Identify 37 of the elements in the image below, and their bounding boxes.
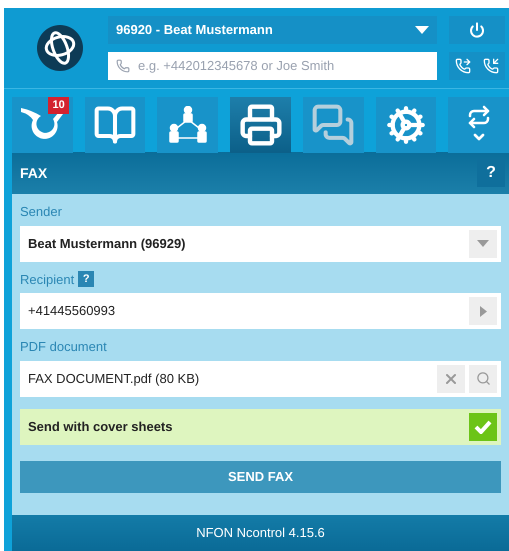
caret-icon	[469, 230, 497, 258]
tab[interactable]	[157, 97, 218, 153]
check-icon	[474, 420, 492, 434]
version-text: NFON Ncontrol 4.15.6	[196, 524, 325, 542]
people-network-icon	[168, 106, 208, 144]
tab[interactable]	[84, 97, 146, 153]
field-label: Recipient	[20, 270, 74, 289]
call-pickup-icon[interactable]	[483, 58, 499, 74]
search-box[interactable]: e.g. +442012345678 or Joe Smith	[108, 52, 437, 80]
search-field[interactable]: e.g. +442012345678 or Joe Smith	[138, 56, 429, 76]
printer-icon	[238, 103, 283, 147]
logo-icon	[36, 24, 84, 72]
sender-dropdown[interactable]: Beat Mustermann (96929)	[20, 226, 501, 262]
help-icon[interactable]: ?	[78, 271, 94, 288]
phone-icon	[116, 59, 130, 73]
badge: 10	[48, 97, 69, 114]
search-icon[interactable]	[469, 364, 497, 392]
chat-bubbles-icon	[311, 103, 356, 147]
cover-sheet-label: Send with cover sheets	[28, 418, 174, 436]
recipient-field[interactable]: +41445560993	[20, 293, 501, 329]
send-fax-button[interactable]: SEND FAX	[20, 460, 501, 492]
tab[interactable]	[230, 97, 291, 153]
field-label: Sender	[20, 203, 63, 221]
panel-title: FAX	[20, 164, 48, 182]
account-dropdown[interactable]: 96920 - Beat Mustermann	[108, 16, 437, 44]
call-forward-icon[interactable]	[455, 58, 471, 74]
power-button[interactable]	[449, 16, 505, 44]
tab[interactable]	[376, 97, 436, 153]
document-field[interactable]: FAX DOCUMENT.pdf (80 KB)	[20, 360, 501, 396]
close-icon[interactable]	[437, 364, 465, 392]
caret-icon	[415, 26, 429, 34]
tab[interactable]: 10	[12, 97, 73, 153]
tab[interactable]	[448, 97, 509, 153]
checkbox[interactable]	[469, 412, 497, 440]
play-icon[interactable]	[469, 297, 497, 325]
power-icon	[469, 22, 485, 38]
field-label: PDF document	[20, 338, 108, 356]
